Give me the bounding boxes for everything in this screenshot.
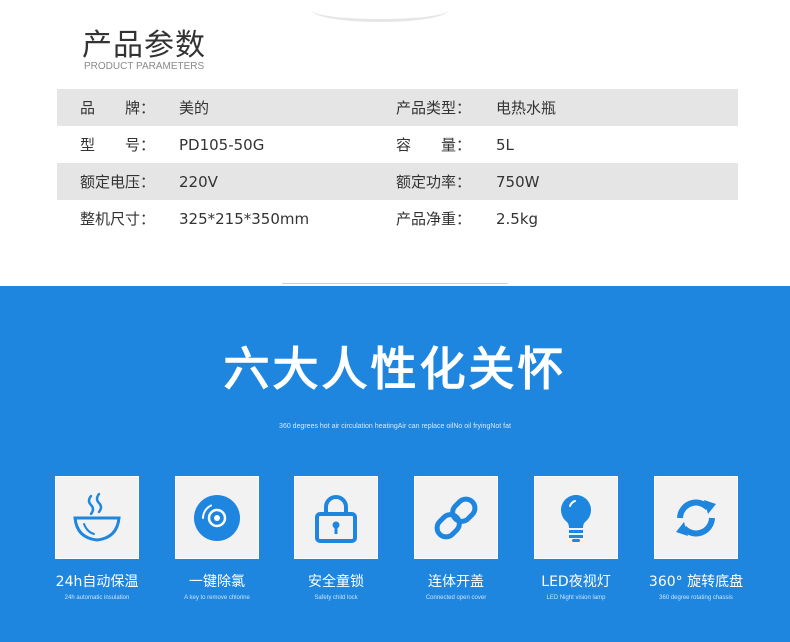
spec-label: 品 牌： bbox=[80, 99, 156, 117]
rotate-icon bbox=[676, 499, 716, 536]
feature-title: 连体开盖 bbox=[428, 574, 484, 590]
spec-label: 型 号： bbox=[80, 136, 156, 154]
care-subtitle: 360 degrees hot air circulation heatingA… bbox=[279, 423, 511, 430]
feature-icon-box bbox=[55, 476, 139, 559]
feature-title: 24h自动保温 bbox=[55, 574, 139, 590]
care-title: 六大人性化关怀 bbox=[223, 342, 567, 396]
spec-label: 额定电压： bbox=[80, 173, 156, 191]
feature-title: 一键除氯 bbox=[189, 574, 245, 590]
care-features-section: 六大人性化关怀 360 degrees hot air circulation … bbox=[0, 286, 790, 642]
spec-value: 电热水瓶 bbox=[496, 99, 557, 117]
table-row: 型 号： PD105-50G 容 量： 5L bbox=[57, 126, 738, 163]
feature-item-dechlorine: 一键除氯 A key to remove chlorine bbox=[157, 476, 277, 601]
feature-icon-box bbox=[175, 476, 259, 559]
spec-label: 额定功率： bbox=[396, 173, 472, 191]
lock-icon bbox=[315, 494, 357, 543]
product-parameters-section: 产品参数 PRODUCT PARAMETERS 品 牌： 美的 产品类型： 电热… bbox=[0, 0, 790, 286]
feature-subtitle: Connected open cover bbox=[425, 595, 487, 601]
feature-item-childlock: 安全童锁 Safety child lock bbox=[276, 476, 396, 601]
feature-subtitle: 360 degree rotating chassis bbox=[659, 595, 733, 601]
feature-subtitle: A key to remove chlorine bbox=[184, 595, 250, 601]
spec-value: 220V bbox=[179, 172, 218, 191]
feature-subtitle: LED Night vision lamp bbox=[546, 595, 606, 601]
decorative-arc bbox=[312, 8, 448, 22]
feature-title: 安全童锁 bbox=[308, 574, 364, 590]
spec-table: 品 牌： 美的 产品类型： 电热水瓶 型 号： PD105-50G 容 量： 5… bbox=[57, 89, 738, 237]
spec-value: 美的 bbox=[179, 99, 210, 117]
feature-icon-box bbox=[294, 476, 378, 559]
feature-subtitle: 24h automatic insulation bbox=[64, 595, 130, 601]
feature-item-insulation: 24h自动保温 24h automatic insulation bbox=[37, 476, 157, 601]
feature-title: LED夜视灯 bbox=[541, 574, 611, 590]
spec-value: 325*215*350mm bbox=[179, 209, 310, 228]
feature-subtitle: Safety child lock bbox=[314, 595, 358, 601]
feature-icon-box bbox=[654, 476, 738, 559]
table-row: 额定电压： 220V 额定功率： 750W bbox=[57, 163, 738, 200]
feature-item-connected-cover: 连体开盖 Connected open cover bbox=[396, 476, 516, 601]
feature-icon-box bbox=[534, 476, 618, 559]
section-subtitle: PRODUCT PARAMETERS bbox=[84, 61, 205, 72]
spec-value: 2.5kg bbox=[496, 209, 539, 228]
feature-item-rotating-base: 360° 旋转底盘 360 degree rotating chassis bbox=[636, 476, 756, 601]
spec-label: 容 量： bbox=[396, 136, 472, 154]
table-row: 整机尺寸： 325*215*350mm 产品净重： 2.5kg bbox=[57, 200, 738, 237]
feature-item-night-lamp: LED夜视灯 LED Night vision lamp bbox=[516, 476, 636, 601]
spec-label: 产品类型： bbox=[396, 99, 472, 117]
section-title: 产品参数 bbox=[82, 28, 206, 63]
spec-value: 750W bbox=[496, 172, 540, 191]
feature-icon-box bbox=[414, 476, 498, 559]
spec-value: 5L bbox=[496, 135, 514, 154]
section-divider bbox=[282, 283, 508, 284]
spec-label: 整机尺寸： bbox=[80, 210, 156, 228]
spec-value: PD105-50G bbox=[179, 135, 265, 154]
bulb-icon bbox=[561, 494, 591, 542]
bowl-icon bbox=[73, 492, 121, 542]
link-icon bbox=[434, 496, 478, 539]
spec-label: 产品净重： bbox=[396, 210, 472, 228]
disc-icon bbox=[194, 494, 240, 541]
feature-title: 360° 旋转底盘 bbox=[648, 574, 744, 590]
table-row: 品 牌： 美的 产品类型： 电热水瓶 bbox=[57, 89, 738, 126]
